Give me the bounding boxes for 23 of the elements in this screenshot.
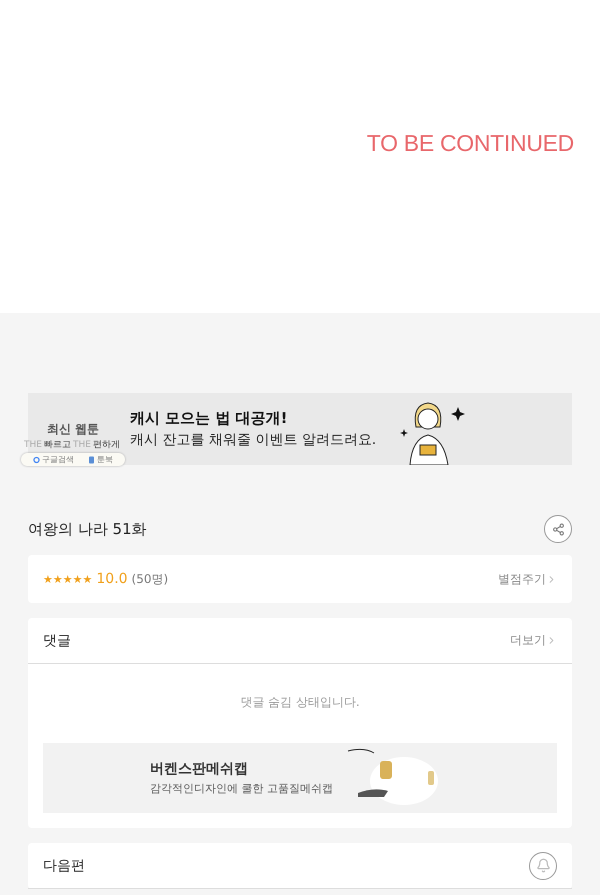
rate-link[interactable]: 별점주기 [498, 570, 557, 588]
badge-link[interactable]: 구글검색 [33, 454, 74, 465]
ad-subtitle: 감각적인디자인에 쿨한 고품질메쉬캡 [150, 781, 334, 796]
rating-count: (50명) [132, 570, 168, 588]
star-rating: ★★★★★ [43, 572, 92, 586]
badge-title: 최신 웹툰 [46, 421, 100, 438]
rating-score: 10.0 [96, 570, 128, 586]
bell-icon [536, 858, 550, 873]
episode-title: 여왕의 나라 51화 [28, 520, 147, 538]
comic-caption: TO BE CONTINUED [366, 130, 574, 157]
notify-button[interactable] [529, 852, 557, 880]
comments-title: 댓글 [43, 632, 71, 650]
more-link[interactable]: 더보기 [510, 632, 557, 649]
comments-hidden-notice: 댓글 숨김 상태입니다. [239, 694, 361, 711]
book-icon [88, 456, 95, 464]
ad-banner[interactable]: 버켄스판메쉬캡 감각적인디자인에 쿨한 고품질메쉬캡 [43, 743, 557, 813]
banner-headline: 캐시 모으는 법 대공개! [130, 409, 289, 428]
next-episode-title: 다음편 [43, 856, 85, 874]
ad-title: 버켄스판메쉬캡 [150, 760, 249, 778]
banner-subline: 캐시 잔고를 채워줄 이벤트 알려드려요. [130, 431, 376, 449]
share-button[interactable] [544, 515, 572, 543]
badge-link[interactable]: 툰북 [88, 454, 113, 465]
share-icon [552, 522, 564, 536]
